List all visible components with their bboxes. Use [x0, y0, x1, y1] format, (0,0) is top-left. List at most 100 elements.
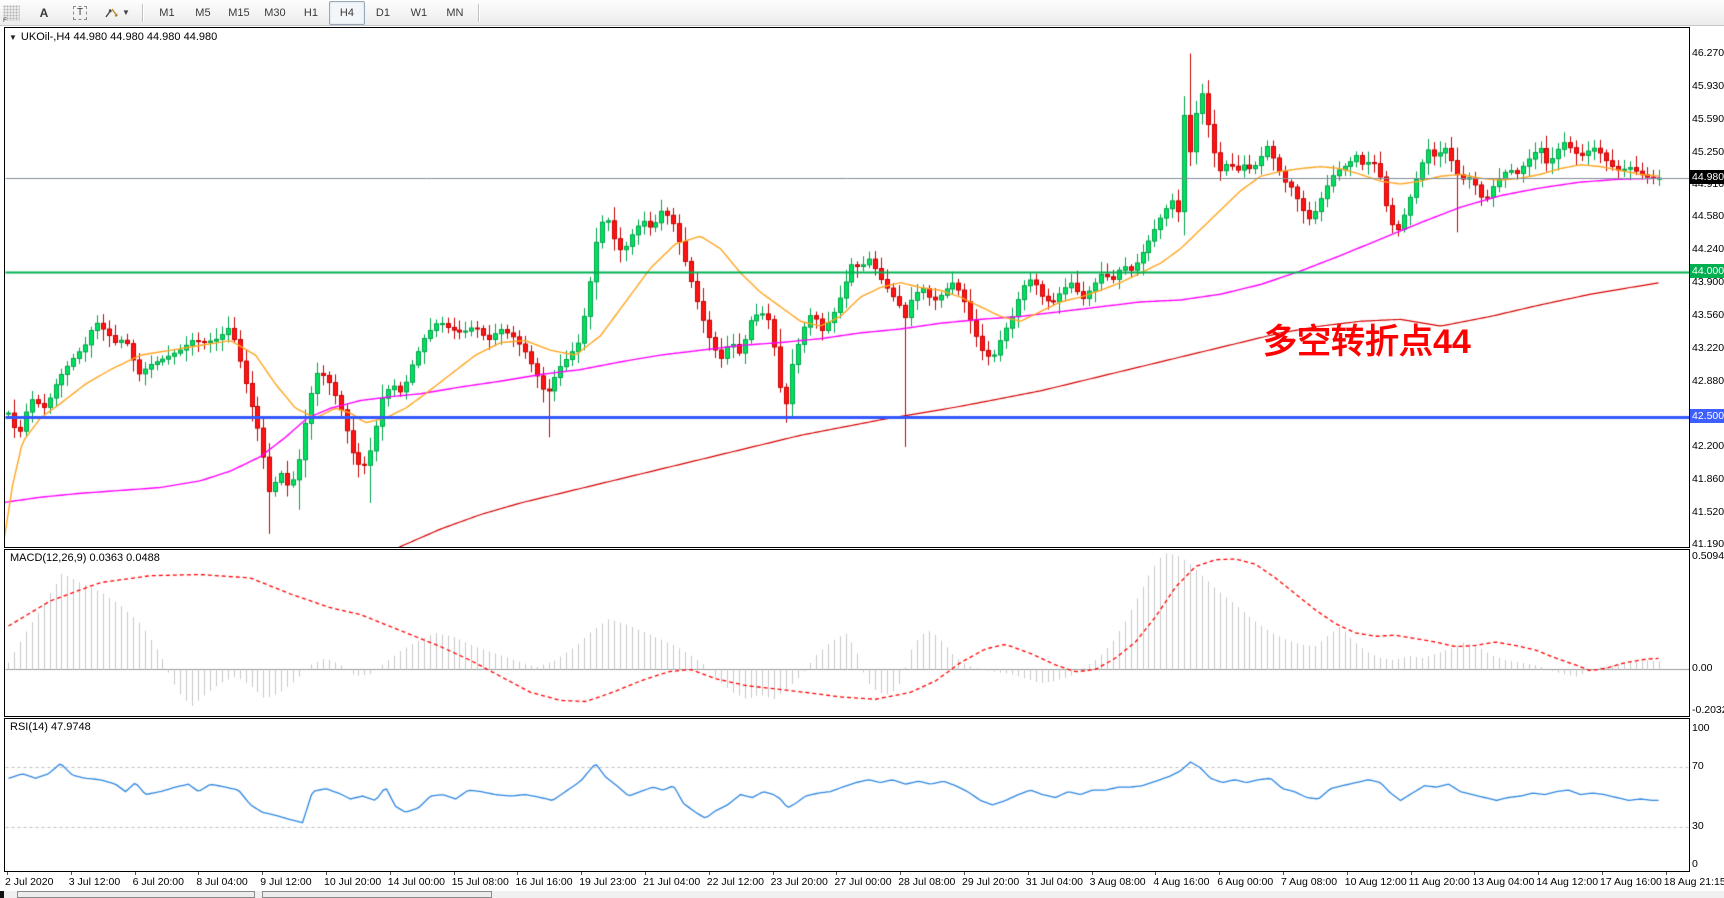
- rsi-tick-label: 0: [1692, 858, 1698, 870]
- time-tick-mark: [390, 872, 391, 875]
- price-axis: 46.27045.93045.59045.25044.91044.58044.2…: [1692, 27, 1724, 548]
- annotation-text[interactable]: 多空转折点44: [1263, 314, 1471, 363]
- price-tick-label: 44.240: [1692, 243, 1724, 255]
- price-tick-label: 43.560: [1692, 309, 1724, 321]
- font-button[interactable]: A: [26, 1, 62, 25]
- time-axis-label: 27 Jul 00:00: [834, 876, 891, 888]
- time-axis-label: 18 Aug 21:15: [1664, 876, 1724, 888]
- time-axis-label: 23 Jul 20:00: [771, 876, 828, 888]
- time-axis-label: 15 Jul 08:00: [452, 876, 509, 888]
- time-axis-label: 29 Jul 20:00: [962, 876, 1019, 888]
- text-label-button[interactable]: T: [62, 1, 98, 25]
- price-tick-label: 42.880: [1692, 375, 1724, 387]
- time-axis-label: 22 Jul 12:00: [707, 876, 764, 888]
- rsi-tick-label: 30: [1692, 820, 1704, 832]
- time-axis-label: 3 Jul 12:00: [69, 876, 120, 888]
- time-tick-mark: [773, 872, 774, 875]
- rsi-canvas[interactable]: [5, 719, 1689, 871]
- timeframe-h4-button[interactable]: H4: [329, 1, 365, 25]
- time-tick-mark: [1602, 872, 1603, 875]
- time-axis: 2 Jul 20203 Jul 12:006 Jul 20:008 Jul 04…: [4, 872, 1724, 891]
- time-tick-mark: [135, 872, 136, 875]
- collapse-arrow-icon[interactable]: ▼: [9, 33, 17, 42]
- toolbar: F A T ▼ M1 M5 M15 M30 H1 H4 D1 W1 MN: [0, 0, 1724, 26]
- time-tick-mark: [454, 872, 455, 875]
- time-axis-label: 11 Aug 20:00: [1409, 876, 1470, 888]
- time-axis-label: 28 Jul 08:00: [898, 876, 955, 888]
- bottom-scrollbar[interactable]: [0, 891, 1724, 898]
- chart-title-text: UKOil-,H4 44.980 44.980 44.980 44.980: [21, 31, 217, 43]
- timeframe-d1-button[interactable]: D1: [365, 1, 401, 25]
- macd-label: MACD(12,26,9) 0.0363 0.0488: [10, 552, 160, 564]
- time-axis-label: 14 Aug 12:00: [1536, 876, 1598, 888]
- price-tick-label: 45.250: [1692, 146, 1724, 158]
- price-tick-label: 41.520: [1692, 506, 1724, 518]
- terminal-window: F A T ▼ M1 M5 M15 M30 H1 H4 D1 W1 MN ▼ U…: [0, 0, 1724, 898]
- timeframe-w1-button[interactable]: W1: [401, 1, 437, 25]
- macd-panel: [4, 549, 1690, 717]
- time-tick-mark: [1411, 872, 1412, 875]
- timeframe-mn-button[interactable]: MN: [437, 1, 473, 25]
- chart-title[interactable]: ▼ UKOil-,H4 44.980 44.980 44.980 44.980: [9, 31, 217, 43]
- time-tick-mark: [964, 872, 965, 875]
- time-axis-label: 10 Jul 20:00: [324, 876, 381, 888]
- dock-label: F: [3, 17, 7, 24]
- timeframe-m1-button[interactable]: M1: [149, 1, 185, 25]
- price-tick-label: 45.590: [1692, 113, 1724, 125]
- time-axis-label: 19 Jul 23:00: [579, 876, 636, 888]
- macd-canvas[interactable]: [5, 550, 1689, 716]
- price-canvas[interactable]: [5, 28, 1689, 547]
- time-tick-mark: [262, 872, 263, 875]
- toolbar-separator: [142, 4, 144, 22]
- time-tick-mark: [198, 872, 199, 875]
- text-t-icon: T: [73, 6, 87, 20]
- macd-tick-label: -0.2032: [1692, 704, 1724, 716]
- arrows-icon: [105, 6, 119, 19]
- time-axis-label: 7 Aug 08:00: [1281, 876, 1337, 888]
- time-axis-label: 3 Aug 08:00: [1090, 876, 1146, 888]
- time-axis-label: 2 Jul 2020: [5, 876, 53, 888]
- price-tick-label: 43.220: [1692, 342, 1724, 354]
- time-axis-label: 10 Aug 12:00: [1345, 876, 1407, 888]
- time-axis-label: 6 Aug 00:00: [1217, 876, 1273, 888]
- toolbar-separator: [478, 4, 480, 22]
- timeframe-m15-button[interactable]: M15: [221, 1, 257, 25]
- price-tick-label: 42.200: [1692, 440, 1724, 452]
- time-tick-mark: [709, 872, 710, 875]
- rsi-label: RSI(14) 47.9748: [10, 721, 91, 733]
- scrollbar-thumb[interactable]: [17, 891, 255, 898]
- price-tick-label: 44.580: [1692, 210, 1724, 222]
- time-tick-mark: [1283, 872, 1284, 875]
- rsi-panel: [4, 718, 1690, 872]
- time-axis-label: 6 Jul 20:00: [133, 876, 184, 888]
- time-axis-label: 21 Jul 04:00: [643, 876, 700, 888]
- time-tick-mark: [326, 872, 327, 875]
- timeframe-h1-button[interactable]: H1: [293, 1, 329, 25]
- indicator-button[interactable]: ▼: [98, 1, 137, 25]
- rsi-tick-label: 70: [1692, 760, 1704, 772]
- price-tag: 44.000: [1690, 264, 1724, 278]
- timeframe-m5-button[interactable]: M5: [185, 1, 221, 25]
- chevron-down-icon: ▼: [122, 8, 130, 17]
- time-axis-label: 4 Aug 16:00: [1153, 876, 1209, 888]
- time-axis-label: 16 Jul 16:00: [515, 876, 572, 888]
- scrollbar-thumb[interactable]: [262, 891, 492, 898]
- time-tick-mark: [1155, 872, 1156, 875]
- time-tick-mark: [1347, 872, 1348, 875]
- time-axis-label: 14 Jul 00:00: [388, 876, 445, 888]
- timeframe-m30-button[interactable]: M30: [257, 1, 293, 25]
- time-tick-mark: [71, 872, 72, 875]
- time-tick-mark: [1474, 872, 1475, 875]
- price-tick-label: 41.860: [1692, 473, 1724, 485]
- time-axis-label: 17 Aug 16:00: [1600, 876, 1662, 888]
- time-tick-mark: [645, 872, 646, 875]
- rsi-tick-label: 100: [1692, 722, 1710, 734]
- price-tick-label: 46.270: [1692, 47, 1724, 59]
- font-a-icon: A: [40, 6, 49, 20]
- time-axis-label: 31 Jul 04:00: [1026, 876, 1083, 888]
- toolbar-dock-handle-icon[interactable]: F: [3, 5, 20, 21]
- time-tick-mark: [1028, 872, 1029, 875]
- time-tick-mark: [517, 872, 518, 875]
- time-axis-label: 13 Aug 04:00: [1472, 876, 1534, 888]
- time-tick-mark: [7, 872, 8, 875]
